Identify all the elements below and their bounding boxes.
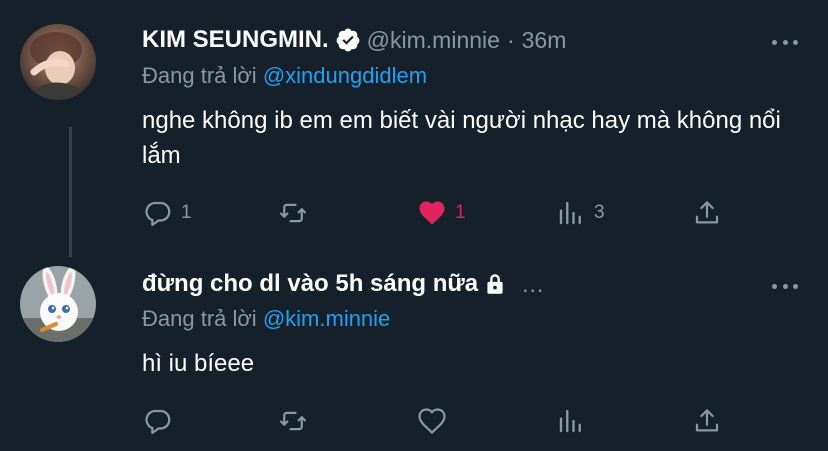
tweet-2[interactable]: đừng cho dl vào 5h sáng nữa ... Đang trả… xyxy=(0,248,828,451)
tweet-text: nghe không ib em em biết vài người nhạc … xyxy=(142,107,781,169)
views-icon xyxy=(559,409,581,433)
timestamp[interactable]: 36m xyxy=(522,27,567,54)
tweet-header: đừng cho dl vào 5h sáng nữa ... xyxy=(142,270,544,298)
retweet-button[interactable] xyxy=(278,403,316,439)
like-button[interactable]: 1 xyxy=(417,195,466,231)
reply-icon xyxy=(145,409,171,434)
author-handle[interactable]: @kim.minnie xyxy=(367,27,500,54)
avatar[interactable] xyxy=(20,266,96,342)
lock-icon xyxy=(487,274,503,294)
like-count: 1 xyxy=(455,202,466,223)
replying-prefix: Đang trả lời xyxy=(142,306,257,331)
replying-mention[interactable]: @kim.minnie xyxy=(263,306,390,331)
more-options-button[interactable] xyxy=(772,32,798,52)
more-icon-dot xyxy=(782,39,788,45)
views-button[interactable]: 3 xyxy=(556,195,605,231)
reply-button[interactable] xyxy=(143,403,181,439)
views-count: 3 xyxy=(594,202,605,223)
reply-button[interactable]: 1 xyxy=(143,195,192,231)
more-options-button[interactable] xyxy=(772,276,798,296)
share-button[interactable] xyxy=(692,195,722,231)
avatar[interactable] xyxy=(20,24,96,100)
more-icon xyxy=(772,39,777,45)
action-bar xyxy=(0,403,828,439)
heart-icon xyxy=(419,201,445,225)
more-icon-dot xyxy=(782,283,788,289)
retweet-icon xyxy=(280,411,306,431)
retweet-button[interactable] xyxy=(278,195,316,231)
replying-to: Đang trả lời @kim.minnie xyxy=(142,306,390,332)
replying-mention[interactable]: @xindungdidlem xyxy=(263,63,427,88)
tweet-text: hì iu bíeee xyxy=(142,350,255,377)
avatar-photo-icon xyxy=(20,24,96,100)
share-icon xyxy=(695,409,719,432)
like-button[interactable] xyxy=(417,403,455,439)
separator-dot: · xyxy=(506,26,515,53)
reply-count: 1 xyxy=(181,202,192,223)
share-button[interactable] xyxy=(692,403,722,439)
tweet-1[interactable]: KIM SEUNGMIN. @kim.minnie · 36m Đang trả… xyxy=(0,0,828,257)
retweet-icon xyxy=(280,203,306,223)
more-icon-dot xyxy=(793,283,798,289)
views-button[interactable] xyxy=(556,403,594,439)
name-ellipsis: ... xyxy=(522,270,545,297)
tweet-header: KIM SEUNGMIN. @kim.minnie · 36m xyxy=(142,26,566,54)
reply-icon xyxy=(145,201,171,226)
author-name[interactable]: KIM SEUNGMIN. xyxy=(142,26,329,54)
bunny-avatar-icon xyxy=(20,266,96,342)
verified-badge-icon xyxy=(336,28,360,52)
author-name[interactable]: đừng cho dl vào 5h sáng nữa xyxy=(142,270,478,298)
replying-to: Đang trả lời @xindungdidlem xyxy=(142,63,427,89)
thread-line xyxy=(69,127,72,257)
heart-icon xyxy=(418,408,446,435)
share-icon xyxy=(695,201,719,224)
replying-prefix: Đang trả lời xyxy=(142,63,257,88)
more-icon-dot xyxy=(793,39,798,45)
more-icon xyxy=(772,283,777,289)
action-bar: 1 1 3 xyxy=(0,195,828,231)
views-icon xyxy=(559,201,581,225)
